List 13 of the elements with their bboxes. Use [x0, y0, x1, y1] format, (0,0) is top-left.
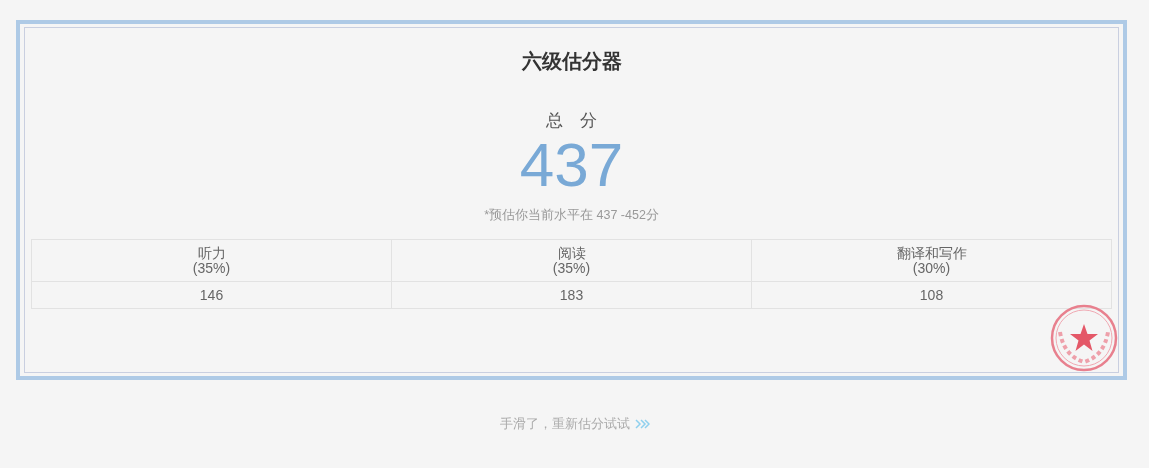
card-title: 六级估分器 — [520, 49, 623, 73]
table-cell: 108 — [751, 281, 1112, 309]
stamp-icon — [1050, 304, 1118, 372]
double-chevron-icon — [633, 419, 650, 429]
table-header-cell: 翻译和写作 (30%) — [751, 239, 1112, 282]
table-header-cell: 阅读 (35%) — [391, 239, 752, 282]
table-cell: 183 — [391, 281, 752, 309]
total-label: 总 分 — [545, 110, 598, 132]
retry-link[interactable]: 手滑了，重新估分试试 — [499, 415, 630, 433]
table-header-cell: 听力 (35%) — [31, 239, 392, 282]
table-cell: 146 — [31, 281, 392, 309]
score-range-note: *预估你当前水平在 437 -452分 — [483, 207, 660, 224]
total-score: 437 — [518, 134, 625, 196]
